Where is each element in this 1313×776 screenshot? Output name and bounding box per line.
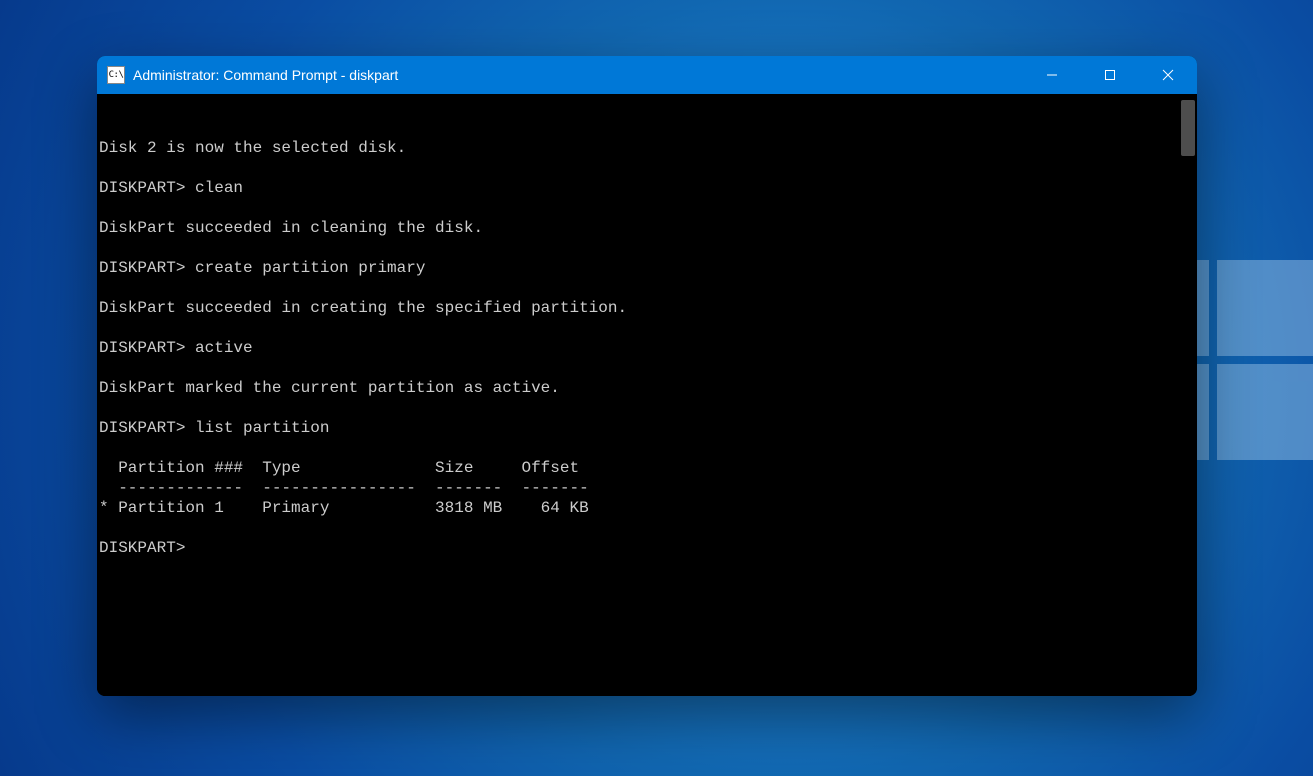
terminal-line: DiskPart succeeded in cleaning the disk. [99,218,1197,238]
minimize-button[interactable] [1023,56,1081,94]
terminal-output[interactable]: Disk 2 is now the selected disk. DISKPAR… [97,94,1197,696]
terminal-line: DiskPart succeeded in creating the speci… [99,298,1197,318]
terminal-line: DiskPart marked the current partition as… [99,378,1197,398]
cmd-window: C:\ Administrator: Command Prompt - disk… [97,56,1197,696]
terminal-line: DISKPART> create partition primary [99,258,1197,278]
terminal-line: Partition ### Type Size Offset [99,458,1197,478]
terminal-line [99,278,1197,298]
titlebar[interactable]: C:\ Administrator: Command Prompt - disk… [97,56,1197,94]
window-title: Administrator: Command Prompt - diskpart [133,67,398,83]
terminal-line [99,358,1197,378]
terminal-line: * Partition 1 Primary 3818 MB 64 KB [99,498,1197,518]
cmd-icon: C:\ [107,66,125,84]
terminal-line: Disk 2 is now the selected disk. [99,138,1197,158]
terminal-line: DISKPART> [99,538,1197,558]
terminal-line: DISKPART> list partition [99,418,1197,438]
scrollbar-thumb[interactable] [1181,100,1195,156]
scrollbar[interactable] [1181,94,1195,696]
terminal-line [99,158,1197,178]
terminal-line [99,198,1197,218]
terminal-line: DISKPART> clean [99,178,1197,198]
maximize-icon [1104,69,1116,81]
terminal-line: ------------- ---------------- ------- -… [99,478,1197,498]
terminal-line [99,238,1197,258]
terminal-line: DISKPART> active [99,338,1197,358]
terminal-line [99,438,1197,458]
close-button[interactable] [1139,56,1197,94]
close-icon [1162,69,1174,81]
maximize-button[interactable] [1081,56,1139,94]
minimize-icon [1046,69,1058,81]
terminal-line [99,398,1197,418]
terminal-line [99,518,1197,538]
terminal-line [99,318,1197,338]
